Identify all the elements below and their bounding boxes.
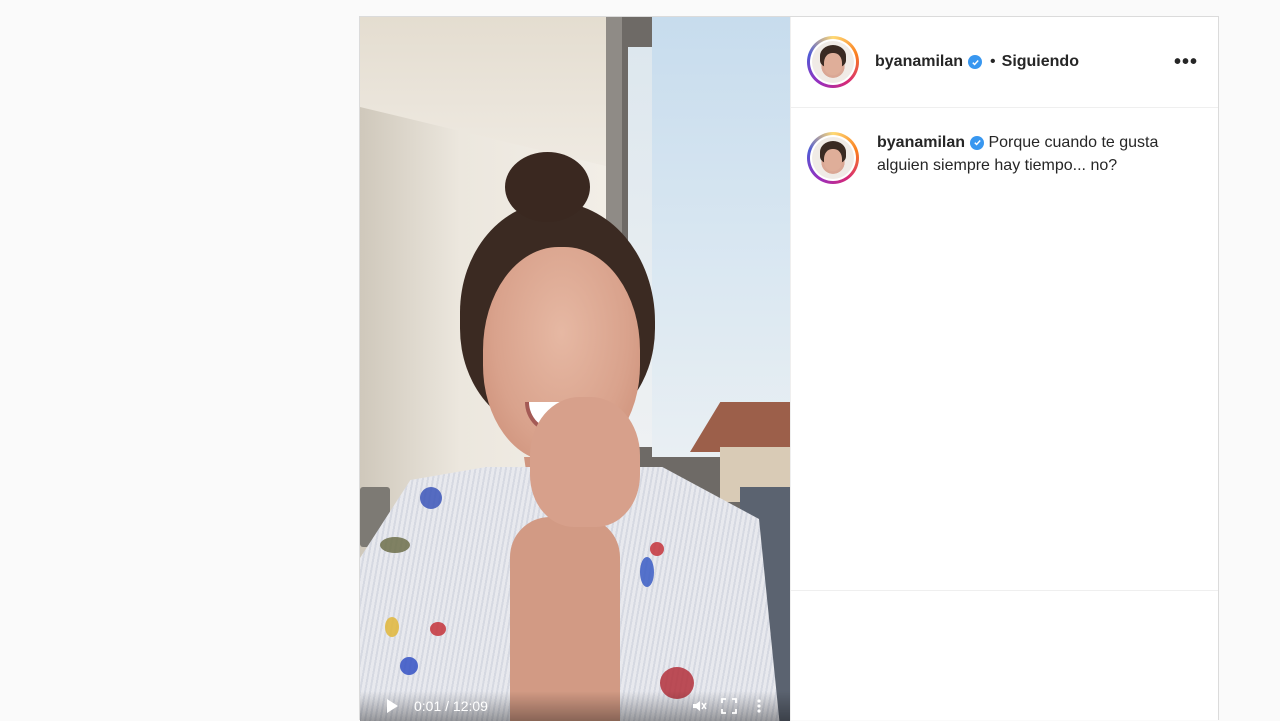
post-footer xyxy=(791,590,1218,721)
post-sidebar: byanamilan • Siguiendo ••• byanamilan Po… xyxy=(790,17,1218,721)
more-horizontal-icon[interactable]: ••• xyxy=(1174,52,1198,72)
following-button[interactable]: Siguiendo xyxy=(1002,53,1079,71)
avatar[interactable] xyxy=(807,36,859,88)
video-player[interactable]: 0:01 / 12:09 xyxy=(360,17,790,721)
separator-dot: • xyxy=(990,53,996,70)
post-header: byanamilan • Siguiendo ••• xyxy=(791,17,1218,108)
caption-comment: byanamilan Porque cuando te gusta alguie… xyxy=(791,108,1218,184)
play-icon[interactable] xyxy=(384,698,400,714)
post-card: 0:01 / 12:09 byanamilan • Siguiendo ••• … xyxy=(359,16,1219,721)
author-username[interactable]: byanamilan xyxy=(875,53,963,71)
more-vertical-icon[interactable] xyxy=(751,698,767,714)
caption-username[interactable]: byanamilan xyxy=(877,134,965,151)
comments-area: byanamilan Porque cuando te gusta alguie… xyxy=(791,108,1218,590)
verified-badge-icon xyxy=(968,55,983,69)
video-controls: 0:01 / 12:09 xyxy=(360,691,790,721)
video-time: 0:01 / 12:09 xyxy=(414,698,488,714)
fullscreen-icon[interactable] xyxy=(721,698,737,714)
caption-verified-badge-icon xyxy=(970,135,985,150)
caption-avatar[interactable] xyxy=(807,132,859,184)
mute-icon[interactable] xyxy=(691,698,707,714)
